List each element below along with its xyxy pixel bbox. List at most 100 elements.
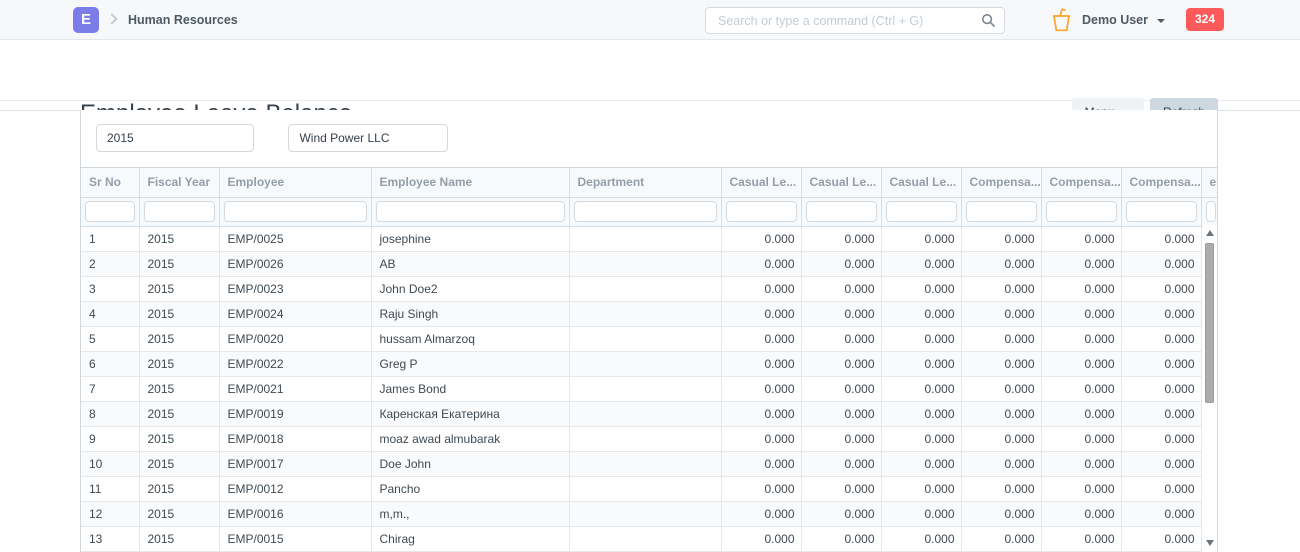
vertical-scrollbar[interactable] (1203, 225, 1217, 550)
cell: 0.000 (721, 301, 801, 326)
cell: 0.000 (801, 376, 881, 401)
cell: 0.000 (881, 526, 961, 551)
table-row: 22015EMP/0026AB0.0000.0000.0000.0000.000… (81, 251, 1217, 276)
cell: 0.000 (1041, 476, 1121, 501)
cell: 0.000 (881, 301, 961, 326)
scrollbar-thumb[interactable] (1205, 243, 1214, 403)
column-header-7[interactable]: Casual Le... (881, 168, 961, 197)
fiscal-year-filter-input[interactable] (96, 124, 254, 152)
cell: 2015 (139, 351, 219, 376)
app-logo[interactable]: E (73, 7, 99, 33)
filter-cell (569, 197, 721, 226)
navbar: E Human Resources Demo User 324 (0, 0, 1300, 40)
cell: 0.000 (801, 401, 881, 426)
cell: 0.000 (961, 276, 1041, 301)
column-filter-input-7[interactable] (886, 201, 957, 222)
column-filter-input-6[interactable] (806, 201, 877, 222)
table-row: 102015EMP/0017Doe John0.0000.0000.0000.0… (81, 451, 1217, 476)
cell (569, 276, 721, 301)
table-row: 92015EMP/0018moaz awad almubarak0.0000.0… (81, 426, 1217, 451)
cell: 0.000 (961, 226, 1041, 251)
cell: 0.000 (801, 251, 881, 276)
cell: 0.000 (961, 301, 1041, 326)
report-filters (81, 110, 1217, 167)
column-header-9[interactable]: Compensa... (1041, 168, 1121, 197)
cell: 0.000 (721, 251, 801, 276)
column-header-10[interactable]: Compensa... (1121, 168, 1201, 197)
column-header-8[interactable]: Compensa... (961, 168, 1041, 197)
column-filter-input-10[interactable] (1126, 201, 1197, 222)
cell: 0.000 (881, 401, 961, 426)
column-header-4[interactable]: Department (569, 168, 721, 197)
cell: 0.000 (1041, 276, 1121, 301)
datatable: Sr NoFiscal YearEmployeeEmployee NameDep… (81, 167, 1217, 552)
column-filter-input-1[interactable] (144, 201, 215, 222)
scrollbar-up-icon[interactable] (1206, 230, 1214, 236)
cell: 0.000 (1121, 226, 1201, 251)
filter-cell (1121, 197, 1201, 226)
column-filter-input-11[interactable] (1206, 201, 1216, 222)
column-filter-input-5[interactable] (726, 201, 797, 222)
column-filter-input-4[interactable] (574, 201, 717, 222)
cell (569, 451, 721, 476)
cell: hussam Almarzoq (371, 326, 569, 351)
filter-cell (801, 197, 881, 226)
scrollbar-down-icon[interactable] (1206, 540, 1214, 546)
company-filter-input[interactable] (288, 124, 448, 152)
column-filter-input-3[interactable] (376, 201, 565, 222)
cell: EMP/0022 (219, 351, 371, 376)
column-filter-input-0[interactable] (85, 201, 135, 222)
cell: EMP/0016 (219, 501, 371, 526)
cell: 10 (81, 451, 139, 476)
filter-cell (1041, 197, 1121, 226)
search-input[interactable] (705, 7, 1005, 34)
column-header-1[interactable]: Fiscal Year (139, 168, 219, 197)
search-icon[interactable] (981, 13, 996, 28)
column-header-11[interactable]: em (1201, 168, 1217, 197)
cell: 2015 (139, 401, 219, 426)
column-header-6[interactable]: Casual Le... (801, 168, 881, 197)
column-header-2[interactable]: Employee (219, 168, 371, 197)
cell (569, 501, 721, 526)
drink-cup-icon[interactable] (1052, 8, 1071, 32)
cell: Greg P (371, 351, 569, 376)
filter-cell (219, 197, 371, 226)
user-menu[interactable]: Demo User (1082, 13, 1165, 27)
cell (569, 301, 721, 326)
cell: EMP/0017 (219, 451, 371, 476)
cell: 0.000 (801, 351, 881, 376)
column-header-5[interactable]: Casual Le... (721, 168, 801, 197)
cell: 0.000 (721, 376, 801, 401)
cell: 0.000 (1121, 451, 1201, 476)
breadcrumb-chevron-icon (106, 13, 117, 24)
column-header-0[interactable]: Sr No (81, 168, 139, 197)
cell: 0.000 (961, 251, 1041, 276)
cell: 0.000 (1041, 526, 1121, 551)
cell: Raju Singh (371, 301, 569, 326)
cell: 0.000 (1041, 326, 1121, 351)
global-search (705, 7, 1005, 34)
breadcrumb[interactable]: Human Resources (128, 13, 238, 27)
cell: 0.000 (961, 526, 1041, 551)
cell: Pancho (371, 476, 569, 501)
cell: 2015 (139, 326, 219, 351)
cell: 1 (81, 226, 139, 251)
cell: 4 (81, 301, 139, 326)
table-row: 132015EMP/0015Chirag0.0000.0000.0000.000… (81, 526, 1217, 551)
column-filter-input-8[interactable] (966, 201, 1037, 222)
cell: 2015 (139, 251, 219, 276)
cell: EMP/0024 (219, 301, 371, 326)
cell: EMP/0020 (219, 326, 371, 351)
cell: 0.000 (961, 351, 1041, 376)
column-filter-input-9[interactable] (1046, 201, 1117, 222)
column-filter-input-2[interactable] (224, 201, 367, 222)
cell: EMP/0026 (219, 251, 371, 276)
cell: 0.000 (961, 476, 1041, 501)
cell: Chirag (371, 526, 569, 551)
filter-cell (721, 197, 801, 226)
cell: 2015 (139, 376, 219, 401)
column-header-3[interactable]: Employee Name (371, 168, 569, 197)
cell (569, 326, 721, 351)
cell: Каренская Екатерина (371, 401, 569, 426)
notification-badge[interactable]: 324 (1186, 8, 1224, 31)
